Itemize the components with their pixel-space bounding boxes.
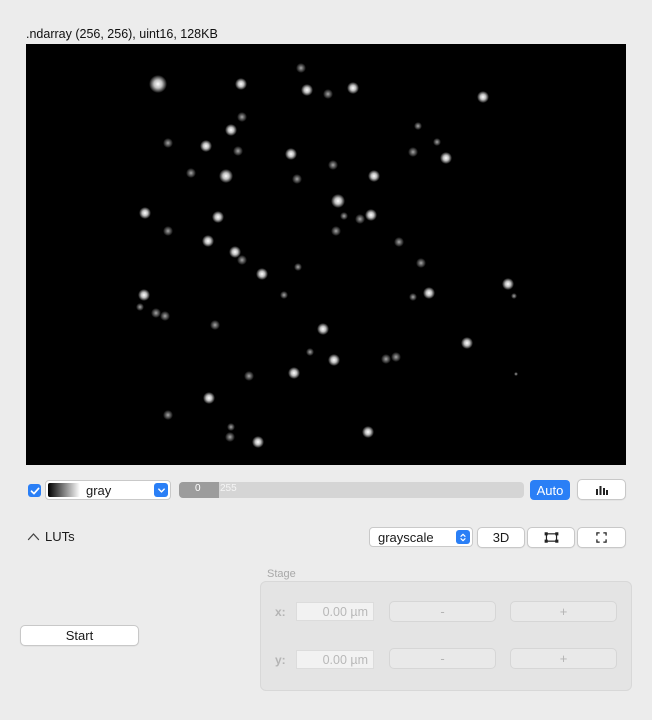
fluorescent-spot xyxy=(233,146,243,156)
stage-x-plus-button[interactable]: + xyxy=(510,601,617,622)
fluorescent-spot xyxy=(391,352,401,362)
fluorescent-spot xyxy=(256,268,268,280)
fluorescent-spot xyxy=(136,303,144,311)
fluorescent-spot xyxy=(340,212,348,220)
image-canvas[interactable] xyxy=(26,44,626,465)
fluorescent-spot xyxy=(306,348,314,356)
fluorescent-spot xyxy=(288,367,300,379)
fluorescent-spot xyxy=(244,371,254,381)
fluorescent-spot xyxy=(514,372,518,376)
colormap-combo[interactable]: gray xyxy=(45,480,171,500)
fluorescent-spot xyxy=(186,168,196,178)
fullscreen-button[interactable] xyxy=(577,527,626,548)
fluorescent-spot xyxy=(301,84,313,96)
stage-y-input[interactable]: 0.00 µm xyxy=(296,650,374,669)
fluorescent-spot xyxy=(381,354,391,364)
fluorescent-spot xyxy=(210,320,220,330)
fluorescent-spot xyxy=(294,263,302,271)
fluorescent-spot xyxy=(511,293,517,299)
checkmark-icon xyxy=(30,487,39,494)
fluorescent-spot xyxy=(235,78,247,90)
luts-toggle[interactable]: LUTs xyxy=(27,529,75,544)
fluorescent-spot xyxy=(440,152,452,164)
fluorescent-spot xyxy=(365,209,377,221)
fluorescent-spot xyxy=(280,291,288,299)
fluorescent-spot xyxy=(368,170,380,182)
fluorescent-spot xyxy=(200,140,212,152)
fluorescent-spot xyxy=(347,82,359,94)
stage-y-plus-button[interactable]: + xyxy=(510,648,617,669)
fluorescent-spot xyxy=(163,410,173,420)
colormap-swatch xyxy=(48,483,80,497)
stage-x-input[interactable]: 0.00 µm xyxy=(296,602,374,621)
lut-visible-checkbox[interactable] xyxy=(28,484,41,497)
fluorescent-spot xyxy=(331,226,341,236)
image-info-label: .ndarray (256, 256), uint16, 128KB xyxy=(26,27,218,41)
fluorescent-spot xyxy=(163,138,173,148)
histogram-icon xyxy=(595,485,608,495)
image-view xyxy=(26,44,626,465)
clim-min-label: 0 xyxy=(195,483,201,494)
fluorescent-spot xyxy=(416,258,426,268)
fluorescent-spot xyxy=(149,75,167,93)
fluorescent-spot xyxy=(408,147,418,157)
colormap-label: gray xyxy=(86,483,112,498)
stage-group-title: Stage xyxy=(267,568,296,580)
stage-y-label: y: xyxy=(275,653,286,667)
fluorescent-spot xyxy=(362,426,374,438)
updown-arrows-icon xyxy=(456,530,470,544)
channel-mode-select[interactable]: grayscale xyxy=(369,527,473,547)
fluorescent-spot xyxy=(203,392,215,404)
fullscreen-icon xyxy=(596,532,607,543)
fluorescent-spot xyxy=(138,289,150,301)
auto-contrast-button[interactable]: Auto xyxy=(530,480,570,500)
roi-icon xyxy=(544,532,558,543)
fluorescent-spot xyxy=(237,112,247,122)
fluorescent-spot xyxy=(317,323,329,335)
fluorescent-spot xyxy=(355,214,365,224)
stage-y-minus-button[interactable]: - xyxy=(389,648,496,669)
fluorescent-spot xyxy=(237,255,247,265)
fluorescent-spot xyxy=(225,124,237,136)
roi-button[interactable] xyxy=(527,527,575,548)
fluorescent-spot xyxy=(227,423,235,431)
fluorescent-spot xyxy=(461,337,473,349)
fluorescent-spot xyxy=(252,436,264,448)
fluorescent-spot xyxy=(292,174,302,184)
stage-x-label: x: xyxy=(275,605,286,619)
stage-x-minus-button[interactable]: - xyxy=(389,601,496,622)
fluorescent-spot xyxy=(151,308,161,318)
fluorescent-spot xyxy=(139,207,151,219)
chevron-up-icon xyxy=(27,533,40,541)
fluorescent-spot xyxy=(328,354,340,366)
fluorescent-spot xyxy=(225,432,235,442)
stage-group: x: 0.00 µm - + y: 0.00 µm - + xyxy=(260,581,632,691)
fluorescent-spot xyxy=(433,138,441,146)
fluorescent-spot xyxy=(423,287,435,299)
fluorescent-spot xyxy=(202,235,214,247)
fluorescent-spot xyxy=(163,226,173,236)
fluorescent-spot xyxy=(328,160,338,170)
start-button[interactable]: Start xyxy=(20,625,139,646)
fluorescent-spot xyxy=(160,311,170,321)
channel-mode-label: grayscale xyxy=(378,530,434,545)
toggle-3d-button[interactable]: 3D xyxy=(477,527,525,548)
fluorescent-spot xyxy=(477,91,489,103)
fluorescent-spot xyxy=(394,237,404,247)
fluorescent-spot xyxy=(414,122,422,130)
clim-max-label: 255 xyxy=(220,483,237,494)
fluorescent-spot xyxy=(409,293,417,301)
fluorescent-spot xyxy=(331,194,345,208)
contrast-range-slider[interactable]: 0 255 xyxy=(179,482,524,498)
fluorescent-spot xyxy=(212,211,224,223)
luts-label: LUTs xyxy=(45,529,75,544)
chevron-down-icon xyxy=(154,483,168,497)
fluorescent-spot xyxy=(219,169,233,183)
fluorescent-spot xyxy=(323,89,333,99)
fluorescent-spot xyxy=(285,148,297,160)
fluorescent-spot xyxy=(296,63,306,73)
fluorescent-spot xyxy=(502,278,514,290)
histogram-button[interactable] xyxy=(577,479,626,500)
